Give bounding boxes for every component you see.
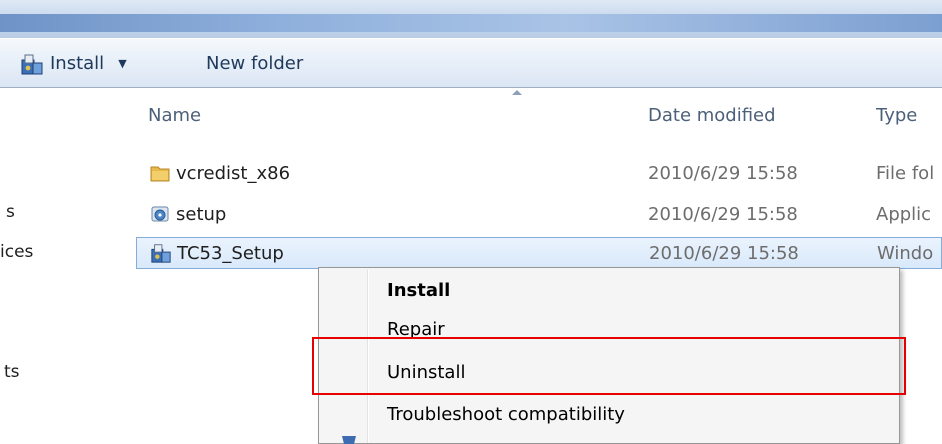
window-titlebar — [0, 0, 942, 38]
file-row-setup[interactable]: setup 2010/6/29 15:58 Applic — [136, 199, 942, 229]
menu-item-install[interactable]: Install — [321, 270, 897, 310]
nav-item-3[interactable]: ts — [4, 362, 20, 382]
file-type: File fol — [876, 162, 935, 184]
nav-item-2[interactable]: ices — [0, 242, 33, 262]
installer-icon — [149, 238, 173, 268]
context-menu: Install Repair Uninstall Troubleshoot co… — [318, 267, 900, 444]
nav-item-1[interactable]: s — [6, 202, 15, 222]
command-bar: Install ▼ New folder — [0, 38, 942, 88]
column-header-date-modified[interactable]: Date modified — [648, 105, 776, 126]
folder-icon — [148, 158, 172, 188]
file-row-tc53-setup[interactable]: TC53_Setup 2010/6/29 15:58 Windo — [136, 237, 942, 269]
new-folder-button[interactable]: New folder — [206, 39, 303, 88]
menu-item-repair[interactable]: Repair — [321, 309, 897, 349]
file-type: Applic — [876, 203, 932, 225]
file-name: vcredist_x86 — [176, 162, 291, 184]
file-date: 2010/6/29 15:58 — [648, 203, 798, 225]
file-date: 2010/6/29 15:58 — [648, 162, 798, 184]
setup-app-icon — [148, 199, 172, 229]
titlebar-band — [0, 14, 942, 32]
file-type: Windo — [877, 242, 934, 264]
navigation-pane: s ices ts — [0, 88, 137, 444]
column-header-type[interactable]: Type — [876, 105, 917, 126]
chevron-down-icon[interactable]: ▼ — [118, 57, 126, 70]
file-name: TC53_Setup — [177, 242, 284, 264]
column-header-name[interactable]: Name — [148, 105, 201, 126]
file-name: setup — [176, 203, 227, 225]
menu-item-troubleshoot-compatibility[interactable]: Troubleshoot compatibility — [321, 394, 897, 434]
sort-ascending-icon — [512, 90, 522, 95]
install-button[interactable]: Install ▼ — [20, 39, 127, 88]
installer-icon — [21, 54, 43, 74]
install-button-label: Install — [50, 53, 105, 74]
menu-item-uninstall[interactable]: Uninstall — [321, 352, 897, 392]
new-folder-label: New folder — [206, 53, 304, 74]
shield-icon — [342, 436, 356, 444]
file-row-vcredist[interactable]: vcredist_x86 2010/6/29 15:58 File fol — [136, 158, 942, 188]
file-date: 2010/6/29 15:58 — [649, 242, 799, 264]
